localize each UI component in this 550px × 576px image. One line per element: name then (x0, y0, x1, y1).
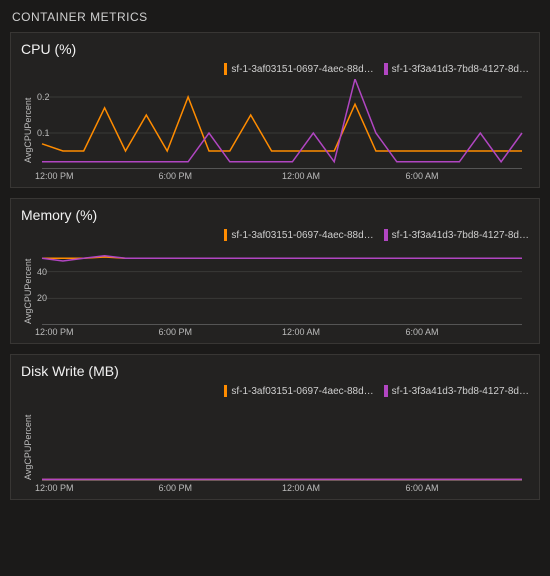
chart-svg (35, 79, 529, 169)
charts-container: CPU (%)sf-1-3af03151-0697-4aec-88d…sf-1-… (6, 32, 544, 500)
legend-item[interactable]: sf-1-3f3a41d3-7bd8-4127-8d… (384, 63, 529, 75)
chart-card-disk: Disk Write (MB) sf-1-3af03151-0697-4aec-8… (10, 354, 540, 500)
legend: sf-1-3af03151-0697-4aec-88d… sf-1-3f3a41d… (224, 229, 529, 241)
y-tick-label: 40 (37, 267, 47, 277)
x-tick-label: 12:00 PM (35, 171, 159, 181)
x-axis-ticks: 12:00 PM6:00 PM12:00 AM6:00 AM (35, 483, 529, 493)
y-tick-label: 20 (37, 293, 47, 303)
chart-card-mem: Memory (%)sf-1-3af03151-0697-4aec-88d…sf… (10, 198, 540, 344)
chart-title: CPU (%) (21, 41, 529, 57)
plot-area: 20 40 12:00 PM6:00 PM12:00 AM6:00 AM (35, 245, 529, 337)
legend-item[interactable]: sf-1-3af03151-0697-4aec-88d… (224, 229, 374, 241)
series-line (42, 79, 522, 162)
x-axis-ticks: 12:00 PM6:00 PM12:00 AM6:00 AM (35, 171, 529, 181)
y-axis-label: AvgCPUPercent (21, 401, 35, 493)
legend-swatch-icon (384, 229, 388, 241)
x-tick-label: 12:00 AM (282, 483, 406, 493)
legend-item[interactable]: sf-1-3f3a41d3-7bd8-4127-8d… (384, 385, 529, 397)
x-tick-label: 12:00 AM (282, 327, 406, 337)
x-axis-ticks: 12:00 PM6:00 PM12:00 AM6:00 AM (35, 327, 529, 337)
plot-area: 0.1 0.2 12:00 PM6:00 PM12:00 AM6:00 AM (35, 79, 529, 181)
series-line (42, 97, 522, 151)
legend-swatch-icon (224, 385, 228, 397)
legend: sf-1-3af03151-0697-4aec-88d… sf-1-3f3a41d… (224, 63, 529, 75)
legend-label: sf-1-3af03151-0697-4aec-88d… (231, 386, 373, 397)
legend-label: sf-1-3af03151-0697-4aec-88d… (231, 230, 373, 241)
series-line (42, 256, 522, 261)
plot-area: 12:00 PM6:00 PM12:00 AM6:00 AM (35, 401, 529, 493)
legend-swatch-icon (224, 63, 228, 75)
chart-title: Disk Write (MB) (21, 363, 529, 379)
legend-swatch-icon (384, 385, 388, 397)
chart-svg (35, 245, 529, 325)
x-tick-label: 6:00 AM (406, 483, 530, 493)
legend-item[interactable]: sf-1-3f3a41d3-7bd8-4127-8d… (384, 229, 529, 241)
legend-label: sf-1-3f3a41d3-7bd8-4127-8d… (392, 64, 529, 75)
chart-title: Memory (%) (21, 207, 529, 223)
x-tick-label: 12:00 PM (35, 483, 159, 493)
legend: sf-1-3af03151-0697-4aec-88d… sf-1-3f3a41d… (224, 385, 529, 397)
x-tick-label: 12:00 AM (282, 171, 406, 181)
chart-svg (35, 401, 529, 481)
chart-card-cpu: CPU (%)sf-1-3af03151-0697-4aec-88d…sf-1-… (10, 32, 540, 188)
legend-item[interactable]: sf-1-3af03151-0697-4aec-88d… (224, 63, 374, 75)
legend-swatch-icon (384, 63, 388, 75)
y-tick-label: 0.2 (37, 92, 50, 102)
legend-swatch-icon (224, 229, 228, 241)
panel-title: CONTAINER METRICS (6, 6, 544, 32)
legend-label: sf-1-3f3a41d3-7bd8-4127-8d… (392, 386, 529, 397)
x-tick-label: 6:00 AM (406, 327, 530, 337)
x-tick-label: 6:00 PM (159, 327, 283, 337)
x-tick-label: 12:00 PM (35, 327, 159, 337)
legend-item[interactable]: sf-1-3af03151-0697-4aec-88d… (224, 385, 374, 397)
legend-label: sf-1-3af03151-0697-4aec-88d… (231, 64, 373, 75)
legend-label: sf-1-3f3a41d3-7bd8-4127-8d… (392, 230, 529, 241)
y-tick-label: 0.1 (37, 128, 50, 138)
x-tick-label: 6:00 AM (406, 171, 530, 181)
x-tick-label: 6:00 PM (159, 171, 283, 181)
y-axis-label: AvgCPUPercent (21, 79, 35, 181)
y-axis-label: AvgCPUPercent (21, 245, 35, 337)
x-tick-label: 6:00 PM (159, 483, 283, 493)
